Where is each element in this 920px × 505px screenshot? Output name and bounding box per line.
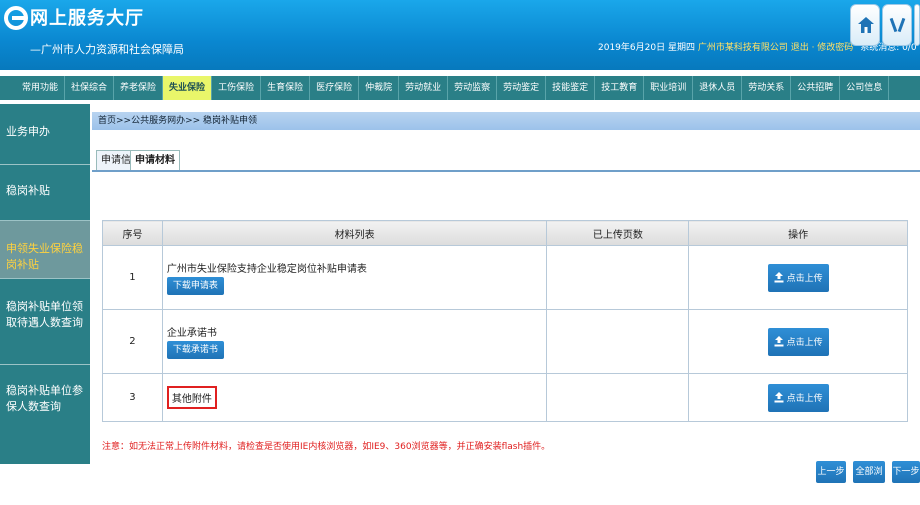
nav-item-injury[interactable]: 工伤保险 (212, 76, 262, 100)
app-subtitle: —广州市人力资源和社会保障局 (30, 43, 184, 56)
upload-label: 点击上传 (786, 274, 823, 284)
home-icon (858, 17, 874, 33)
main-content: 首页>>公共服务网办>> 稳岗补贴申领 申请信息 申请材料 序号 材料列表 已上… (92, 104, 920, 499)
main-nav: 常用功能 社保综合 养老保险 失业保险 工伤保险 生育保险 医疗保险 仲裁院 劳… (0, 76, 920, 100)
nav-item-common[interactable]: 常用功能 (16, 76, 66, 100)
table-row: 2 企业承诺书 下载承诺书 点击上传 (102, 309, 908, 374)
nav-item-technical-edu[interactable]: 技工教育 (595, 76, 645, 100)
sidebar-item-subsidy[interactable]: 稳岗补贴 (0, 164, 90, 220)
sidebar-item-business[interactable]: 业务申办 (0, 124, 90, 140)
upload-label: 点击上传 (786, 394, 823, 404)
action-cell: 点击上传 (688, 245, 908, 310)
status-links[interactable]: 退出 · 修改密码 (791, 43, 854, 53)
header: 网上服务大厅 —广州市人力资源和社会保障局 2019年6月20日 星期四 广州市… (0, 0, 920, 70)
nav-item-skills[interactable]: 技能鉴定 (546, 76, 596, 100)
table-row: 1 广州市失业保险支持企业稳定岗位补贴申请表 下载申请表 点击上传 (102, 245, 908, 310)
material-cell: 广州市失业保险支持企业稳定岗位补贴申请表 下载申请表 (161, 245, 548, 310)
upload-button[interactable]: 点击上传 (767, 327, 829, 356)
close-button[interactable] (914, 4, 920, 46)
nav-item-recruitment[interactable]: 公共招聘 (791, 76, 841, 100)
download-commitment-button[interactable]: 下载承诺书 (166, 341, 224, 359)
pages-cell (546, 309, 690, 374)
nav-item-pension[interactable]: 养老保险 (114, 76, 164, 100)
nav-item-medical[interactable]: 医疗保险 (310, 76, 360, 100)
logo-icon (4, 6, 28, 30)
nav-item-arbitration[interactable]: 仲裁院 (359, 76, 400, 100)
tools-icon (889, 17, 906, 33)
tab-bar: 申请信息 申请材料 (92, 150, 920, 172)
upload-icon (774, 272, 784, 283)
nav-item-company-info[interactable]: 公司信息 (840, 76, 890, 100)
material-cell: 其他附件 (161, 373, 548, 422)
table-header-row: 序号 材料列表 已上传页数 操作 (102, 220, 908, 246)
nav-item-appraisal[interactable]: 劳动鉴定 (497, 76, 547, 100)
upload-label: 点击上传 (786, 338, 823, 348)
tools-button[interactable] (882, 4, 912, 46)
material-name: 广州市失业保险支持企业稳定岗位补贴申请表 (166, 264, 367, 275)
material-name-highlighted: 其他附件 (166, 386, 217, 409)
nav-item-supervision[interactable]: 劳动监察 (448, 76, 498, 100)
material-name: 企业承诺书 (166, 328, 217, 339)
nav-item-maternity[interactable]: 生育保险 (261, 76, 311, 100)
nav-item-retirees[interactable]: 退休人员 (693, 76, 743, 100)
sidebar-item-insured-query[interactable]: 稳岗补贴单位参保人数查询 (0, 364, 90, 464)
sidebar-item-beneficiary-query[interactable]: 稳岗补贴单位领取待遇人数查询 (0, 278, 90, 364)
material-cell: 企业承诺书 下载承诺书 (161, 309, 548, 374)
nav-item-training[interactable]: 职业培训 (644, 76, 694, 100)
action-cell: 点击上传 (688, 373, 908, 422)
preview-all-button[interactable]: 全部浏览 (853, 461, 885, 499)
upload-button[interactable]: 点击上传 (767, 263, 829, 292)
nav-item-social-security[interactable]: 社保综合 (65, 76, 115, 100)
sidebar-item-apply-subsidy[interactable]: 申领失业保险稳岗补贴 (0, 220, 90, 278)
col-header-num: 序号 (102, 220, 163, 246)
action-cell: 点击上传 (688, 309, 908, 374)
nav-item-relations[interactable]: 劳动关系 (742, 76, 792, 100)
row-num: 2 (102, 309, 163, 374)
row-num: 1 (102, 245, 163, 310)
download-form-button[interactable]: 下载申请表 (166, 277, 224, 295)
upload-icon (774, 336, 784, 347)
pages-cell (546, 373, 690, 422)
upload-notice: 注意：如无法正常上传附件材料，请检查是否使用IE内核浏览器，如IE9、360浏览… (102, 442, 551, 452)
nav-item-employment[interactable]: 劳动就业 (399, 76, 449, 100)
row-num: 3 (102, 373, 163, 422)
upload-button[interactable]: 点击上传 (767, 383, 829, 412)
nav-list: 常用功能 社保综合 养老保险 失业保险 工伤保险 生育保险 医疗保险 仲裁院 劳… (0, 76, 920, 100)
home-button[interactable] (850, 4, 880, 46)
pages-cell (546, 245, 690, 310)
col-header-materials: 材料列表 (161, 220, 548, 246)
date-label: 2019年6月20日 星期四 (598, 43, 695, 53)
col-header-action: 操作 (688, 220, 908, 246)
company-link[interactable]: 广州市某科技有限公司 (698, 43, 788, 53)
col-header-pages: 已上传页数 (546, 220, 690, 246)
prev-step-button[interactable]: 上一步 (816, 461, 846, 483)
upload-icon (774, 392, 784, 403)
app-title: 网上服务大厅 (30, 8, 144, 29)
nav-item-unemployment[interactable]: 失业保险 (163, 76, 213, 100)
tab-application-materials[interactable]: 申请材料 (130, 150, 180, 170)
materials-table: 序号 材料列表 已上传页数 操作 1 广州市失业保险支持企业稳定岗位补贴申请表 … (102, 220, 908, 422)
next-step-button[interactable]: 下一步 (892, 461, 920, 483)
breadcrumb: 首页>>公共服务网办>> 稳岗补贴申领 (92, 112, 920, 130)
table-row: 3 其他附件 点击上传 (102, 373, 908, 422)
sidebar: 业务申办 稳岗补贴 申领失业保险稳岗补贴 稳岗补贴单位领取待遇人数查询 稳岗补贴… (0, 104, 90, 464)
